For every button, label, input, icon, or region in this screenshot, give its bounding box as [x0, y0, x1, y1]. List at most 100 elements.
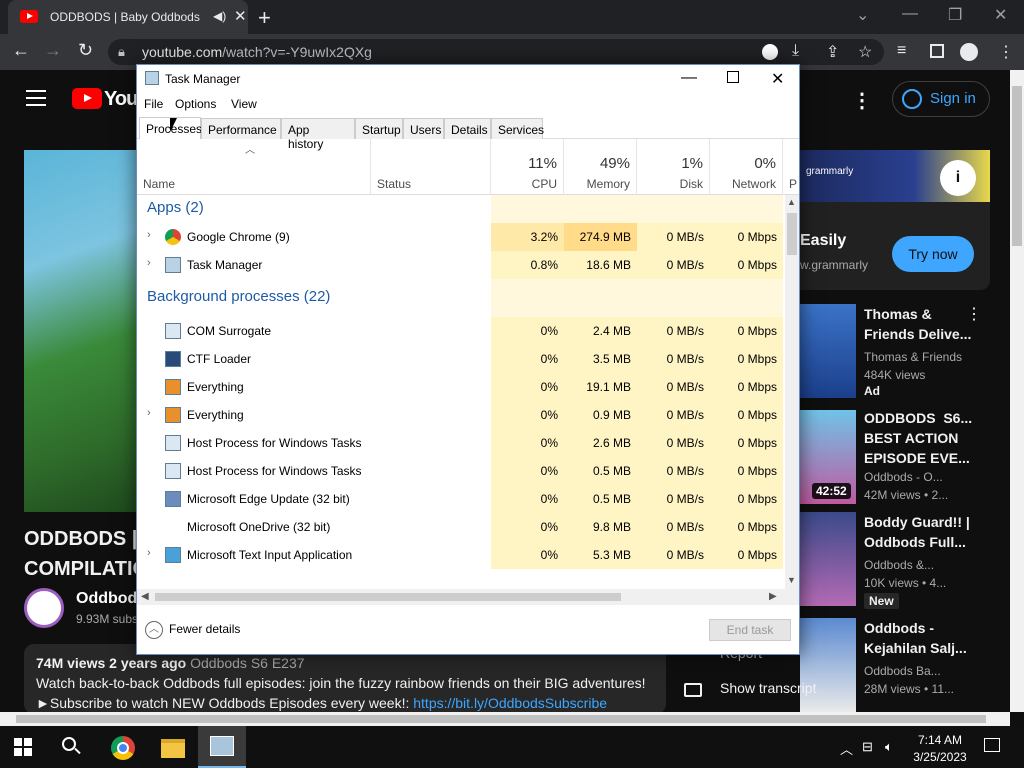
table-row[interactable]: CTF Loader 0% 3.5 MB 0 MB/s 0 Mbps: [137, 345, 785, 373]
reading-list-icon[interactable]: ≡: [897, 42, 906, 60]
reload-icon[interactable]: ↻: [78, 40, 93, 61]
menu-file[interactable]: File: [144, 97, 163, 111]
table-row[interactable]: Microsoft Edge Update (32 bit) 0% 0.5 MB 0 …: [137, 485, 785, 513]
col-cpu[interactable]: 11% CPU: [491, 139, 564, 195]
tab-strip: Processes Performance App history Startu…: [137, 115, 799, 151]
ad-url: w.grammarly: [800, 258, 869, 272]
network-icon[interactable]: ⊟: [862, 739, 873, 755]
table-row[interactable]: › Microsoft Text Input Application 0% 5.3 M…: [137, 541, 785, 569]
subscribe-link[interactable]: https://bit.ly/OddbodsSubscribe: [413, 695, 607, 711]
browser-tab[interactable]: ODDBODS | Baby Oddbods ◀) ✕: [8, 0, 248, 34]
tab-services[interactable]: Services: [491, 118, 544, 139]
share-icon[interactable]: ⇪: [826, 42, 839, 62]
expand-chevron-icon[interactable]: ›: [147, 257, 151, 269]
rec-thumbnail[interactable]: [800, 618, 856, 712]
bookmark-star-icon[interactable]: ☆: [858, 42, 872, 62]
group-header-apps[interactable]: Apps (2): [137, 195, 785, 223]
tray-chevron-icon[interactable]: ︿: [840, 739, 853, 758]
taskbar-clock[interactable]: 7:14 AM 3/25/2023: [908, 732, 972, 766]
rec-thumbnail[interactable]: [800, 304, 856, 398]
col-power-partial[interactable]: P: [789, 177, 797, 191]
scroll-right-arrow-icon[interactable]: ▶: [769, 591, 777, 602]
process-list-scroll-thumb[interactable]: [787, 213, 797, 255]
expand-chevron-icon[interactable]: ›: [147, 229, 151, 241]
channel-avatar[interactable]: [24, 588, 64, 628]
tab-search-icon[interactable]: ⌄: [856, 5, 869, 25]
tab-app-history[interactable]: App history: [281, 118, 355, 151]
settings-dots-icon[interactable]: ⋮: [852, 88, 872, 113]
notifications-icon[interactable]: [984, 738, 1000, 752]
file-explorer-icon[interactable]: [161, 739, 185, 758]
close-window-button[interactable]: ✕: [994, 5, 1007, 25]
url-text[interactable]: youtube.com/watch?v=-Y9uwIx2QXg: [142, 44, 372, 60]
minimize-button[interactable]: —: [902, 5, 918, 23]
end-task-button[interactable]: End task: [709, 619, 791, 641]
audio-icon[interactable]: ◀): [213, 9, 226, 23]
rec-title[interactable]: Boddy Guard!! | Oddbods Full...: [864, 512, 970, 552]
kebab-menu-icon[interactable]: ⋮: [998, 42, 1014, 62]
table-row[interactable]: › Everything 0% 0.9 MB 0 MB/s 0 Mbps: [137, 401, 785, 429]
menu-view[interactable]: View: [231, 97, 257, 111]
col-disk[interactable]: 1% Disk: [637, 139, 710, 195]
group-header-background[interactable]: Background processes (22): [137, 279, 785, 317]
back-arrow-icon[interactable]: ←: [12, 40, 30, 61]
side-panel-icon[interactable]: [930, 44, 944, 58]
expand-chevron-icon[interactable]: ›: [147, 547, 151, 559]
disk-cell: 0 MB/s: [637, 541, 710, 569]
horizontal-scroll-thumb[interactable]: [155, 593, 621, 601]
process-name: COM Surrogate: [187, 324, 272, 338]
scroll-down-arrow-icon[interactable]: ▼: [787, 575, 796, 585]
volume-icon[interactable]: 🔈︎: [885, 739, 893, 755]
rec-menu-icon[interactable]: ⋮: [966, 304, 982, 324]
expand-chevron-icon[interactable]: ›: [147, 407, 151, 419]
task-manager-taskbar-icon[interactable]: [198, 726, 246, 768]
scroll-left-arrow-icon[interactable]: ◀: [141, 591, 149, 602]
rec-title[interactable]: Thomas & Friends Delive...: [864, 304, 971, 344]
menu-options[interactable]: Options: [175, 97, 216, 111]
sign-in-button[interactable]: Sign in: [892, 81, 990, 117]
restore-button[interactable]: ❐: [948, 5, 962, 25]
video-player[interactable]: [24, 150, 136, 512]
col-status[interactable]: Status: [371, 139, 491, 195]
rec-thumbnail[interactable]: [800, 512, 856, 606]
install-icon[interactable]: ⤓: [792, 42, 799, 60]
start-windows-icon[interactable]: [14, 738, 32, 756]
tm-minimize-button[interactable]: —: [681, 69, 697, 87]
page-horizontal-scroll-thumb[interactable]: [16, 715, 986, 723]
table-row[interactable]: Host Process for Windows Tasks 0% 2.6 MB 0 …: [137, 429, 785, 457]
page-vertical-scroll-thumb[interactable]: [1012, 86, 1022, 246]
tab-details[interactable]: Details: [444, 118, 491, 139]
youtube-logo-icon[interactable]: [72, 88, 102, 109]
show-transcript-item[interactable]: Show transcript: [720, 680, 816, 696]
forward-arrow-icon[interactable]: →: [44, 40, 62, 61]
hamburger-menu-icon[interactable]: [26, 90, 46, 106]
tm-close-button[interactable]: ✕: [771, 69, 784, 89]
ad-info-icon[interactable]: i: [940, 160, 976, 196]
tm-maximize-button[interactable]: [727, 71, 739, 83]
rec-title[interactable]: ODDBODS S6... BEST ACTION EPISODE EVE...: [864, 408, 972, 468]
tab-startup[interactable]: Startup: [355, 118, 403, 139]
tab-performance[interactable]: Performance: [201, 118, 281, 139]
table-row[interactable]: Everything 0% 19.1 MB 0 MB/s 0 Mbps: [137, 373, 785, 401]
col-memory[interactable]: 49% Memory: [564, 139, 637, 195]
rec-title[interactable]: Oddbods - Kejahilan Salj...: [864, 618, 967, 658]
task-manager-titlebar[interactable]: Task Manager — ✕: [137, 65, 799, 95]
try-now-button[interactable]: Try now: [892, 236, 974, 272]
table-row[interactable]: Microsoft OneDrive (32 bit) 0% 9.8 MB 0 MB/…: [137, 513, 785, 541]
profile-icon[interactable]: [960, 43, 978, 61]
scroll-up-arrow-icon[interactable]: ▲: [787, 197, 796, 207]
table-row[interactable]: › Task Manager 0.8% 18.6 MB 0 MB/s 0 Mbp…: [137, 251, 785, 279]
fewer-details-button[interactable]: ︿ Fewer details: [145, 621, 240, 639]
chrome-taskbar-icon[interactable]: [111, 736, 135, 760]
col-network[interactable]: 0% Network: [710, 139, 783, 195]
table-row[interactable]: COM Surrogate 0% 2.4 MB 0 MB/s 0 Mbps: [137, 317, 785, 345]
tab-close-button[interactable]: ✕: [234, 7, 247, 25]
lock-icon[interactable]: 🔒︎: [118, 44, 125, 60]
channel-subscribers: 9.93M subs: [76, 612, 139, 626]
google-icon[interactable]: [762, 44, 778, 60]
tab-users[interactable]: Users: [403, 118, 444, 139]
new-tab-button[interactable]: +: [258, 5, 271, 31]
table-row[interactable]: › Google Chrome (9) 3.2% 274.9 MB 0 MB/s…: [137, 223, 785, 251]
search-icon[interactable]: [62, 737, 76, 751]
table-row[interactable]: Host Process for Windows Tasks 0% 0.5 MB 0 …: [137, 457, 785, 485]
